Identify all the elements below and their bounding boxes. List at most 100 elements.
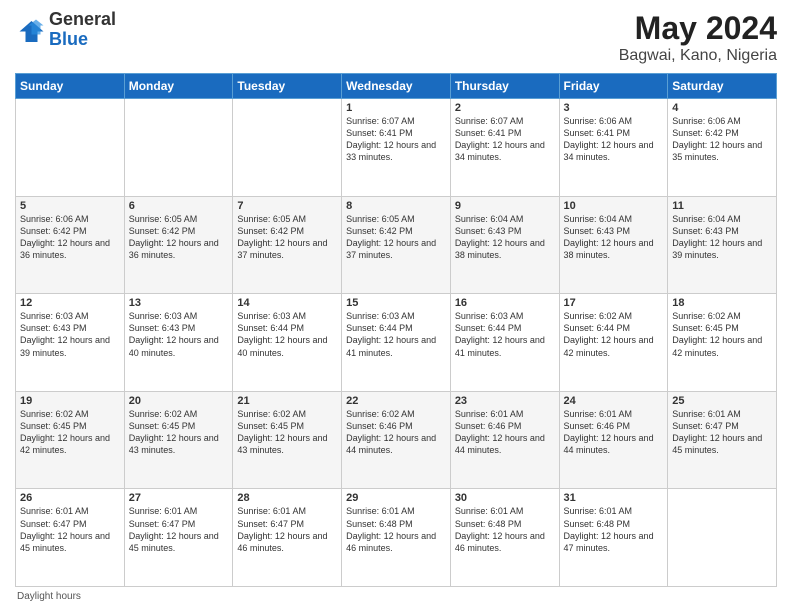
calendar-cell: 26Sunrise: 6:01 AM Sunset: 6:47 PM Dayli… — [16, 489, 125, 587]
day-number: 4 — [672, 102, 772, 114]
day-number: 31 — [564, 492, 664, 504]
calendar-cell: 30Sunrise: 6:01 AM Sunset: 6:48 PM Dayli… — [450, 489, 559, 587]
day-info: Sunrise: 6:01 AM Sunset: 6:46 PM Dayligh… — [564, 408, 664, 457]
day-number: 30 — [455, 492, 555, 504]
calendar-cell: 22Sunrise: 6:02 AM Sunset: 6:46 PM Dayli… — [342, 391, 451, 489]
col-header-saturday: Saturday — [668, 74, 777, 99]
day-info: Sunrise: 6:02 AM Sunset: 6:46 PM Dayligh… — [346, 408, 446, 457]
day-number: 16 — [455, 297, 555, 309]
calendar-cell: 15Sunrise: 6:03 AM Sunset: 6:44 PM Dayli… — [342, 294, 451, 392]
day-number: 13 — [129, 297, 229, 309]
calendar-cell: 19Sunrise: 6:02 AM Sunset: 6:45 PM Dayli… — [16, 391, 125, 489]
calendar-cell: 6Sunrise: 6:05 AM Sunset: 6:42 PM Daylig… — [124, 196, 233, 294]
footer-note: Daylight hours — [15, 591, 777, 602]
day-info: Sunrise: 6:02 AM Sunset: 6:44 PM Dayligh… — [564, 310, 664, 359]
day-info: Sunrise: 6:01 AM Sunset: 6:48 PM Dayligh… — [564, 505, 664, 554]
day-info: Sunrise: 6:01 AM Sunset: 6:48 PM Dayligh… — [455, 505, 555, 554]
day-number: 18 — [672, 297, 772, 309]
col-header-monday: Monday — [124, 74, 233, 99]
day-number: 23 — [455, 395, 555, 407]
day-number: 8 — [346, 200, 446, 212]
day-number: 27 — [129, 492, 229, 504]
logo-icon — [15, 15, 45, 45]
main-title: May 2024 — [619, 10, 777, 47]
day-number: 3 — [564, 102, 664, 114]
calendar-cell: 24Sunrise: 6:01 AM Sunset: 6:46 PM Dayli… — [559, 391, 668, 489]
day-info: Sunrise: 6:03 AM Sunset: 6:43 PM Dayligh… — [129, 310, 229, 359]
calendar-week-5: 26Sunrise: 6:01 AM Sunset: 6:47 PM Dayli… — [16, 489, 777, 587]
calendar-cell: 11Sunrise: 6:04 AM Sunset: 6:43 PM Dayli… — [668, 196, 777, 294]
day-info: Sunrise: 6:01 AM Sunset: 6:47 PM Dayligh… — [237, 505, 337, 554]
day-info: Sunrise: 6:02 AM Sunset: 6:45 PM Dayligh… — [672, 310, 772, 359]
day-info: Sunrise: 6:06 AM Sunset: 6:42 PM Dayligh… — [672, 115, 772, 164]
day-info: Sunrise: 6:06 AM Sunset: 6:42 PM Dayligh… — [20, 213, 120, 262]
day-info: Sunrise: 6:02 AM Sunset: 6:45 PM Dayligh… — [237, 408, 337, 457]
logo-general: General — [49, 9, 116, 29]
day-number: 1 — [346, 102, 446, 114]
day-info: Sunrise: 6:02 AM Sunset: 6:45 PM Dayligh… — [129, 408, 229, 457]
day-info: Sunrise: 6:03 AM Sunset: 6:44 PM Dayligh… — [237, 310, 337, 359]
day-info: Sunrise: 6:05 AM Sunset: 6:42 PM Dayligh… — [237, 213, 337, 262]
calendar-cell — [124, 99, 233, 197]
header: General Blue May 2024 Bagwai, Kano, Nige… — [15, 10, 777, 65]
calendar-week-3: 12Sunrise: 6:03 AM Sunset: 6:43 PM Dayli… — [16, 294, 777, 392]
day-number: 28 — [237, 492, 337, 504]
calendar-header-row: SundayMondayTuesdayWednesdayThursdayFrid… — [16, 74, 777, 99]
calendar-cell: 31Sunrise: 6:01 AM Sunset: 6:48 PM Dayli… — [559, 489, 668, 587]
day-info: Sunrise: 6:07 AM Sunset: 6:41 PM Dayligh… — [346, 115, 446, 164]
col-header-friday: Friday — [559, 74, 668, 99]
day-number: 24 — [564, 395, 664, 407]
day-number: 20 — [129, 395, 229, 407]
calendar-cell: 29Sunrise: 6:01 AM Sunset: 6:48 PM Dayli… — [342, 489, 451, 587]
day-number: 12 — [20, 297, 120, 309]
day-number: 6 — [129, 200, 229, 212]
day-info: Sunrise: 6:06 AM Sunset: 6:41 PM Dayligh… — [564, 115, 664, 164]
calendar-cell: 20Sunrise: 6:02 AM Sunset: 6:45 PM Dayli… — [124, 391, 233, 489]
calendar-cell: 25Sunrise: 6:01 AM Sunset: 6:47 PM Dayli… — [668, 391, 777, 489]
day-number: 9 — [455, 200, 555, 212]
col-header-wednesday: Wednesday — [342, 74, 451, 99]
day-info: Sunrise: 6:04 AM Sunset: 6:43 PM Dayligh… — [455, 213, 555, 262]
daylight-hours-label: Daylight hours — [17, 591, 81, 602]
calendar-cell: 9Sunrise: 6:04 AM Sunset: 6:43 PM Daylig… — [450, 196, 559, 294]
subtitle: Bagwai, Kano, Nigeria — [619, 47, 777, 65]
day-number: 15 — [346, 297, 446, 309]
calendar-cell: 5Sunrise: 6:06 AM Sunset: 6:42 PM Daylig… — [16, 196, 125, 294]
calendar-cell: 12Sunrise: 6:03 AM Sunset: 6:43 PM Dayli… — [16, 294, 125, 392]
calendar-cell — [16, 99, 125, 197]
calendar-week-1: 1Sunrise: 6:07 AM Sunset: 6:41 PM Daylig… — [16, 99, 777, 197]
day-info: Sunrise: 6:01 AM Sunset: 6:46 PM Dayligh… — [455, 408, 555, 457]
calendar-cell: 27Sunrise: 6:01 AM Sunset: 6:47 PM Dayli… — [124, 489, 233, 587]
title-block: May 2024 Bagwai, Kano, Nigeria — [619, 10, 777, 65]
day-info: Sunrise: 6:04 AM Sunset: 6:43 PM Dayligh… — [672, 213, 772, 262]
day-info: Sunrise: 6:02 AM Sunset: 6:45 PM Dayligh… — [20, 408, 120, 457]
day-number: 21 — [237, 395, 337, 407]
day-number: 10 — [564, 200, 664, 212]
calendar-cell: 7Sunrise: 6:05 AM Sunset: 6:42 PM Daylig… — [233, 196, 342, 294]
day-number: 7 — [237, 200, 337, 212]
calendar-cell: 3Sunrise: 6:06 AM Sunset: 6:41 PM Daylig… — [559, 99, 668, 197]
calendar-cell: 4Sunrise: 6:06 AM Sunset: 6:42 PM Daylig… — [668, 99, 777, 197]
day-number: 14 — [237, 297, 337, 309]
day-info: Sunrise: 6:05 AM Sunset: 6:42 PM Dayligh… — [129, 213, 229, 262]
calendar-cell: 28Sunrise: 6:01 AM Sunset: 6:47 PM Dayli… — [233, 489, 342, 587]
day-number: 11 — [672, 200, 772, 212]
calendar-cell: 10Sunrise: 6:04 AM Sunset: 6:43 PM Dayli… — [559, 196, 668, 294]
day-info: Sunrise: 6:03 AM Sunset: 6:43 PM Dayligh… — [20, 310, 120, 359]
calendar-cell — [668, 489, 777, 587]
logo-blue: Blue — [49, 29, 88, 49]
col-header-thursday: Thursday — [450, 74, 559, 99]
calendar-week-2: 5Sunrise: 6:06 AM Sunset: 6:42 PM Daylig… — [16, 196, 777, 294]
calendar-cell: 1Sunrise: 6:07 AM Sunset: 6:41 PM Daylig… — [342, 99, 451, 197]
logo: General Blue — [15, 10, 116, 50]
calendar-cell: 17Sunrise: 6:02 AM Sunset: 6:44 PM Dayli… — [559, 294, 668, 392]
col-header-sunday: Sunday — [16, 74, 125, 99]
day-number: 2 — [455, 102, 555, 114]
day-number: 25 — [672, 395, 772, 407]
calendar-cell: 2Sunrise: 6:07 AM Sunset: 6:41 PM Daylig… — [450, 99, 559, 197]
calendar-cell: 13Sunrise: 6:03 AM Sunset: 6:43 PM Dayli… — [124, 294, 233, 392]
calendar-cell — [233, 99, 342, 197]
day-info: Sunrise: 6:05 AM Sunset: 6:42 PM Dayligh… — [346, 213, 446, 262]
day-info: Sunrise: 6:01 AM Sunset: 6:47 PM Dayligh… — [20, 505, 120, 554]
day-number: 22 — [346, 395, 446, 407]
